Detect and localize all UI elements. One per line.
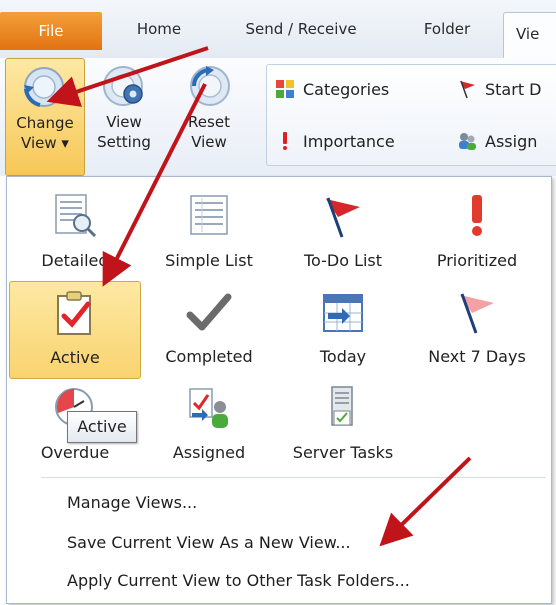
view-simple-list[interactable]: Simple List	[143, 185, 275, 283]
categories-label: Categories	[303, 79, 390, 99]
start-date-option[interactable]: Start D	[457, 79, 542, 99]
reset-view-label-line2: View	[191, 133, 227, 151]
view-next-7-days[interactable]: Next 7 Days	[411, 281, 543, 379]
apply-current-view-menu-item[interactable]: Apply Current View to Other Task Folders…	[67, 571, 410, 590]
categories-option[interactable]: Categories	[275, 79, 389, 99]
view-server-tasks[interactable]: Server Tasks	[277, 377, 409, 475]
ribbon-tab-bar: File Home Send / Receive Folder Vie	[0, 0, 556, 59]
assigned-label: Assign	[485, 131, 538, 151]
menu-divider	[41, 477, 546, 478]
view-to-do-list[interactable]: To-Do List	[277, 185, 409, 283]
simple-list-icon	[190, 195, 228, 235]
view-settings-button[interactable]: View Setting	[95, 58, 153, 152]
view-today[interactable]: Today	[277, 281, 409, 379]
active-tooltip: Active	[67, 411, 137, 443]
assigned-task-icon	[189, 388, 228, 428]
view-settings-icon	[103, 66, 143, 106]
tab-folder[interactable]: Folder	[408, 8, 486, 50]
view-detailed-label: Detailed	[41, 251, 109, 270]
checkmark-icon	[186, 293, 232, 331]
start-date-label: Start D	[485, 79, 542, 99]
view-settings-label-line1: View	[106, 113, 142, 131]
change-view-gallery: Detailed Simple List To-Do List Prioriti…	[6, 176, 552, 604]
save-current-view-menu-item[interactable]: Save Current View As a New View...	[67, 533, 351, 552]
importance-option[interactable]: Importance	[275, 131, 395, 151]
importance-label: Importance	[303, 131, 395, 151]
view-simple-list-label: Simple List	[165, 251, 253, 270]
tab-home[interactable]: Home	[122, 8, 196, 50]
view-active[interactable]: Active	[9, 281, 141, 379]
tab-send-receive[interactable]: Send / Receive	[230, 8, 372, 50]
reset-view-label-line1: Reset	[188, 113, 230, 131]
server-tasks-icon	[331, 386, 353, 426]
change-view-label-line2: View ▾	[21, 134, 69, 152]
importance-icon	[472, 195, 482, 236]
categories-icon	[276, 80, 294, 98]
view-today-label: Today	[319, 347, 367, 366]
view-active-label: Active	[50, 348, 100, 367]
view-to-do-list-label: To-Do List	[303, 251, 383, 270]
view-assigned[interactable]: Assigned	[143, 377, 275, 475]
calendar-icon	[323, 294, 363, 332]
view-detailed[interactable]: Detailed	[9, 185, 141, 283]
tab-view[interactable]: Vie	[503, 12, 556, 58]
reset-view-icon	[190, 66, 230, 106]
to-do-flag-icon	[326, 197, 360, 238]
view-server-tasks-label: Server Tasks	[292, 443, 394, 462]
view-prioritized[interactable]: Prioritized	[411, 185, 543, 283]
view-completed-label: Completed	[165, 347, 253, 366]
view-settings-label-line2: Setting	[97, 133, 151, 151]
view-next-7-days-label: Next 7 Days	[428, 347, 526, 366]
change-view-button[interactable]: Change View ▾	[5, 58, 85, 176]
detailed-list-icon	[55, 194, 97, 238]
flag-icon	[460, 80, 475, 99]
change-view-icon	[24, 67, 64, 107]
view-completed[interactable]: Completed	[143, 281, 275, 379]
manage-views-menu-item[interactable]: Manage Views...	[67, 493, 197, 512]
tab-file[interactable]: File	[0, 12, 102, 50]
pink-flag-icon	[460, 293, 494, 334]
view-overdue-label: Overdue	[40, 443, 110, 462]
arrangement-group: Categories Start D Importance Assign	[266, 64, 556, 166]
view-prioritized-label: Prioritized	[436, 251, 518, 270]
active-clipboard-icon	[57, 291, 91, 335]
ribbon-view-panel: Change View ▾ View Setting Reset View Ca…	[0, 58, 556, 176]
reset-view-button[interactable]: Reset View	[180, 58, 238, 152]
change-view-label-line1: Change	[16, 114, 74, 132]
assigned-people-icon	[459, 133, 476, 150]
importance-icon	[283, 132, 287, 150]
view-assigned-label: Assigned	[172, 443, 246, 462]
assigned-option[interactable]: Assign	[457, 131, 537, 151]
